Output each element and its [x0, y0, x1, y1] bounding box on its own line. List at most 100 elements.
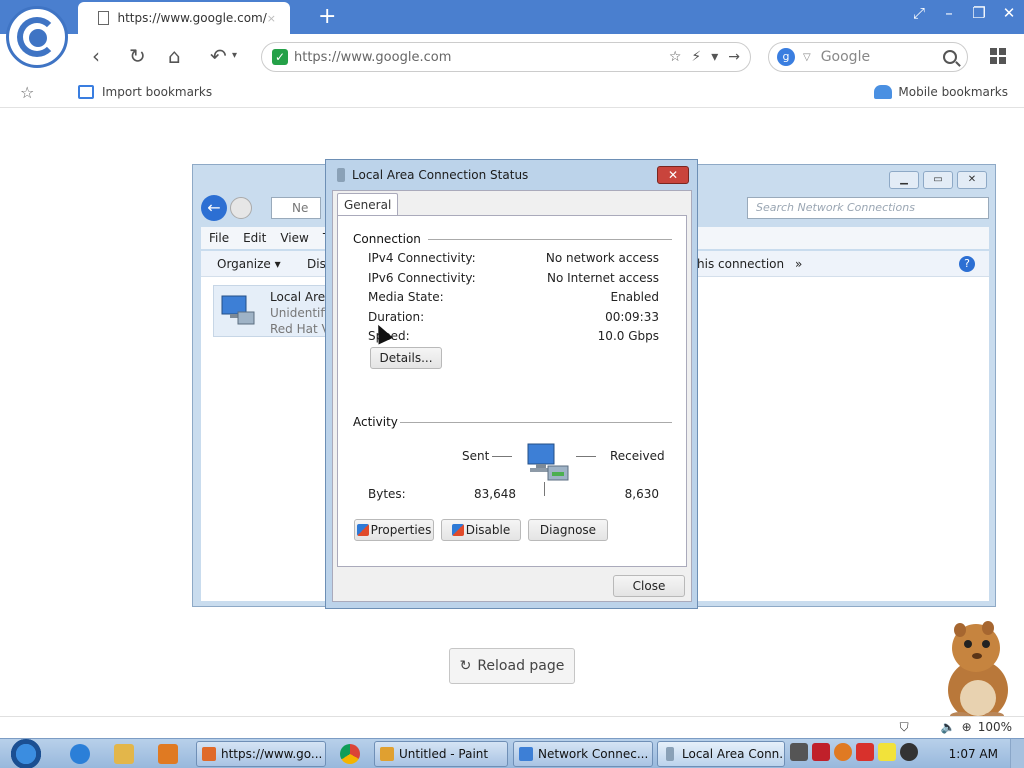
go-arrow-icon[interactable]: →	[728, 49, 740, 65]
import-bookmarks-link[interactable]: Import bookmarks	[78, 85, 212, 99]
reload-page-button[interactable]: ↻ Reload page	[449, 648, 575, 684]
folder-icon[interactable]	[114, 744, 134, 764]
connection-status-dialog: Local Area Connection Status ✕ General C…	[325, 159, 698, 609]
start-button[interactable]	[6, 739, 46, 768]
taskbar-network-button[interactable]: Network Connec...	[513, 741, 653, 767]
taskbar-paint-button[interactable]: Untitled - Paint	[374, 741, 508, 767]
tray-speaker-icon[interactable]	[900, 743, 918, 761]
netwin-close-button[interactable]: ✕	[957, 171, 987, 189]
show-desktop-button[interactable]	[1010, 739, 1024, 768]
new-tab-button[interactable]: +	[318, 4, 336, 29]
lightning-icon[interactable]: ⚡	[691, 49, 701, 65]
apps-grid-icon[interactable]	[990, 48, 1006, 64]
bookmark-star-icon[interactable]: ☆	[669, 49, 682, 65]
bytes-label: Bytes:	[368, 487, 406, 501]
search-box[interactable]: g ▽ Google	[768, 42, 968, 72]
shield-icon	[451, 524, 464, 536]
mobile-bookmarks-link[interactable]: Mobile bookmarks	[874, 85, 1008, 99]
undo-icon[interactable]: ↶	[210, 44, 227, 68]
sent-line	[492, 456, 512, 457]
properties-label: Properties	[370, 523, 432, 537]
menu-file[interactable]: File	[209, 227, 229, 249]
menu-view[interactable]: View	[280, 227, 308, 249]
netwin-search-input[interactable]: Search Network Connections	[747, 197, 989, 219]
chrome-icon[interactable]	[340, 744, 360, 764]
minimize-button[interactable]: –	[934, 2, 964, 26]
browser-logo[interactable]	[6, 6, 68, 68]
zoom-level[interactable]: 100%	[978, 720, 1012, 735]
netwin-back-icon[interactable]: ←	[201, 195, 227, 221]
more-commands-button[interactable]: »	[795, 251, 802, 277]
duration-label: Duration:	[368, 310, 425, 324]
netwin-maximize-button[interactable]: ▭	[923, 171, 953, 189]
clock[interactable]: 1:07 AM	[949, 739, 998, 768]
diagnose-connection-button[interactable]: his connection	[697, 251, 784, 277]
back-icon[interactable]: ‹	[92, 44, 100, 68]
google-icon[interactable]: g	[777, 48, 795, 66]
diagnose-button[interactable]: Diagnose	[528, 519, 608, 541]
tray-note-icon[interactable]	[878, 743, 896, 761]
network-cable-icon	[666, 747, 674, 761]
tray-app-icon[interactable]	[790, 743, 808, 761]
tab-general[interactable]: General	[337, 193, 399, 215]
ipv4-label: IPv4 Connectivity:	[368, 251, 476, 265]
organize-button[interactable]: Organize ▾	[217, 251, 281, 277]
home-icon[interactable]: ⌂	[168, 44, 181, 68]
details-button[interactable]: Details...	[370, 347, 442, 369]
netwin-window-controls: ▁ ▭ ✕	[889, 171, 987, 189]
skin-icon[interactable]: ⤢	[904, 2, 934, 26]
media-player-icon[interactable]	[158, 744, 178, 764]
properties-button[interactable]: Properties	[354, 519, 434, 541]
dropdown-icon[interactable]: ▾	[711, 49, 718, 65]
browser-tab-bar: https://www.google.com/ × + ⤢ – ❐ ✕	[0, 0, 1024, 34]
speed-row: Speed: 10.0 Gbps	[368, 329, 659, 343]
dialog-close-button[interactable]: ✕	[657, 166, 689, 184]
tray-search-icon[interactable]	[834, 743, 852, 761]
undo-dropdown-icon[interactable]: ▾	[232, 44, 237, 68]
tray-v-icon[interactable]	[812, 743, 830, 761]
received-label: Received	[610, 449, 665, 463]
disable-device-button[interactable]: Dis	[307, 251, 326, 277]
favorites-star-icon[interactable]: ☆	[20, 83, 34, 102]
restore-button[interactable]: ❐	[964, 2, 994, 26]
taskbar: https://www.go... Untitled - Paint Netwo…	[0, 738, 1024, 768]
bytes-received-value: 8,630	[624, 487, 659, 501]
sent-label: Sent	[462, 449, 490, 463]
netwin-forward-icon[interactable]	[230, 197, 252, 219]
close-button[interactable]: Close	[613, 575, 685, 597]
connection-item[interactable]: Local Area Unidentifie Red Hat Vi	[213, 285, 343, 337]
paint-icon	[380, 747, 394, 761]
speed-value: 10.0 Gbps	[597, 329, 659, 343]
ie-icon[interactable]	[70, 744, 90, 764]
connection-device: Red Hat Vi	[270, 322, 333, 336]
help-icon[interactable]: ?	[959, 256, 975, 272]
menu-edit[interactable]: Edit	[243, 227, 266, 249]
connection-name: Local Area	[270, 290, 333, 304]
tray-flag-icon[interactable]	[856, 743, 874, 761]
zoom-icon[interactable]: ⊕	[962, 720, 972, 735]
netwin-breadcrumb[interactable]: Ne	[271, 197, 321, 219]
shield-status-icon[interactable]: ⛉	[900, 720, 909, 735]
close-window-button[interactable]: ✕	[994, 2, 1024, 26]
browser-nav-bar: ‹ ↻ ⌂ ↶ ▾ ✓ https://www.google.com ☆ ⚡ ▾…	[0, 34, 1024, 80]
network-icon	[519, 747, 533, 761]
ipv6-value: No Internet access	[546, 271, 659, 285]
search-engine-dropdown-icon[interactable]: ▽	[803, 52, 811, 63]
disable-button[interactable]: Disable	[441, 519, 521, 541]
taskbar-local-area-label: Local Area Conn...	[682, 747, 785, 761]
disable-label: Disable	[465, 523, 511, 537]
tab-close-icon[interactable]: ×	[267, 12, 276, 25]
ipv4-value: No network access	[545, 251, 659, 265]
duration-row: Duration: 00:09:33	[368, 310, 659, 324]
search-icon[interactable]	[943, 50, 957, 64]
browser-taskbar-icon	[202, 747, 216, 761]
address-bar[interactable]: ✓ https://www.google.com ☆ ⚡ ▾ →	[261, 42, 751, 72]
netwin-minimize-button[interactable]: ▁	[889, 171, 919, 189]
browser-tab[interactable]: https://www.google.com/ ×	[78, 2, 290, 34]
bytes-sent-value: 83,648	[474, 487, 516, 501]
taskbar-browser-button[interactable]: https://www.go...	[196, 741, 326, 767]
refresh-icon[interactable]: ↻	[129, 44, 146, 68]
hamster-mascot[interactable]	[930, 612, 1020, 722]
taskbar-local-area-button[interactable]: Local Area Conn...	[657, 741, 785, 767]
volume-icon[interactable]: 🔈	[941, 720, 956, 735]
